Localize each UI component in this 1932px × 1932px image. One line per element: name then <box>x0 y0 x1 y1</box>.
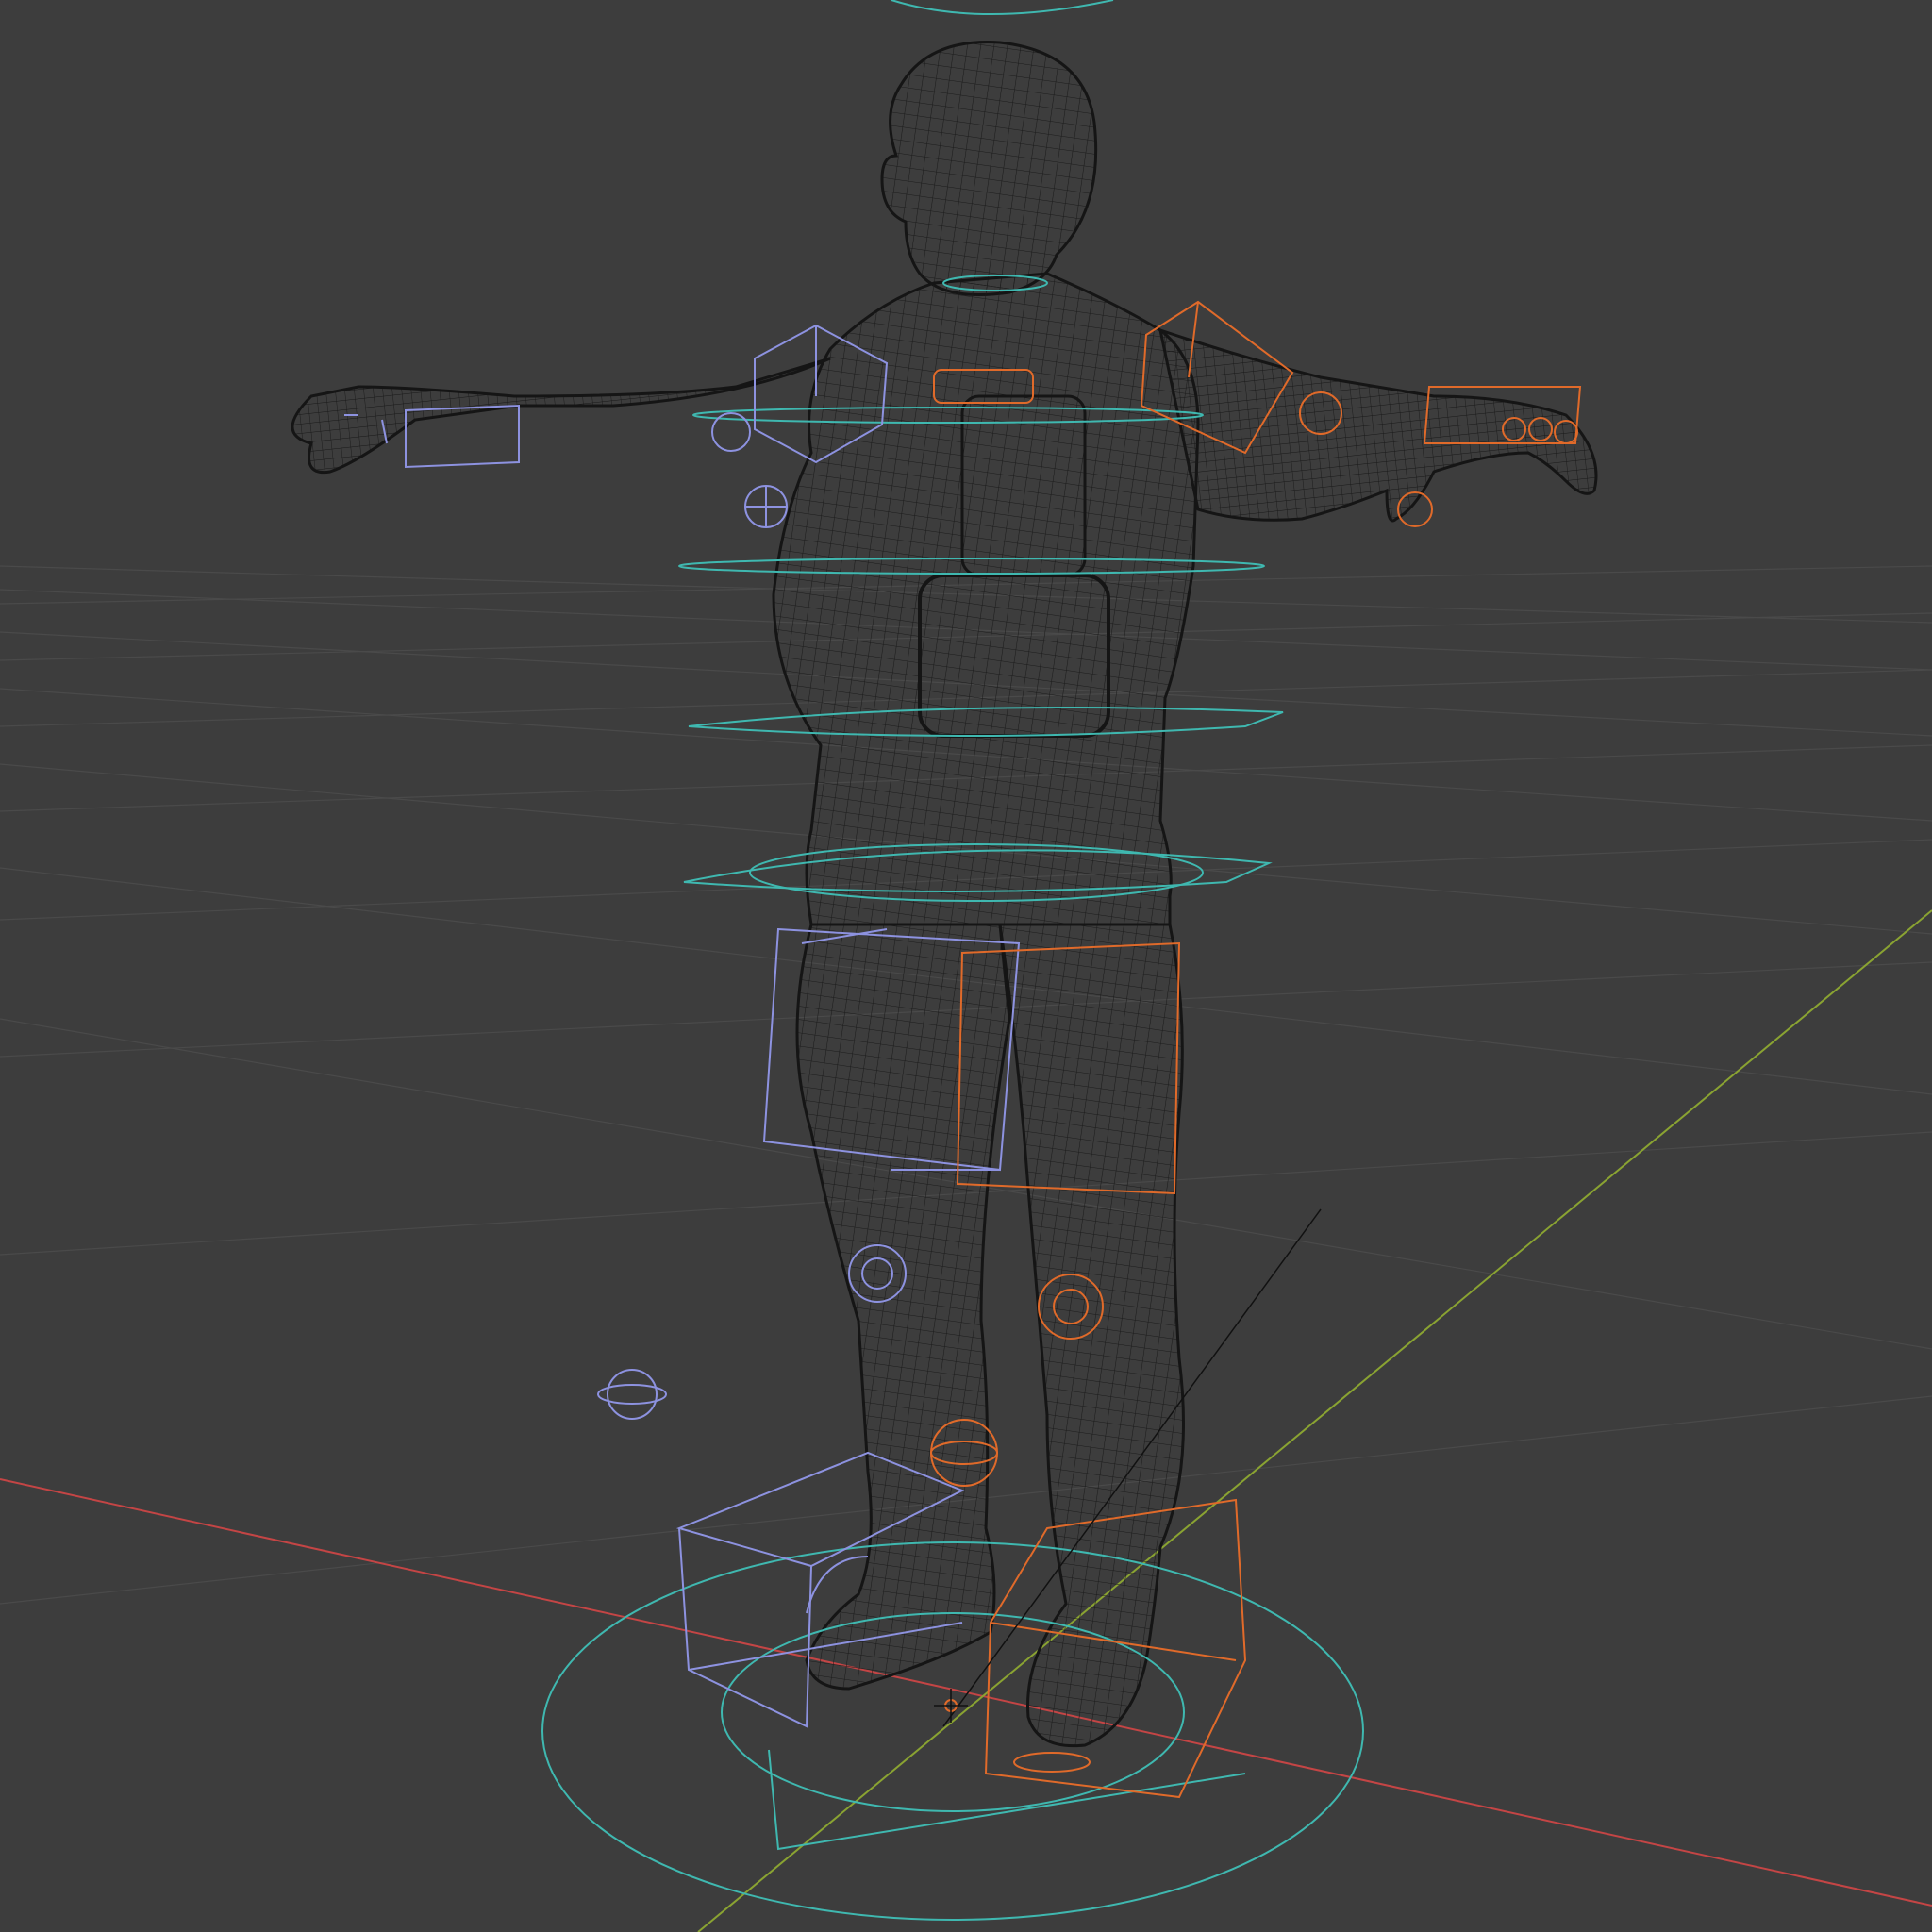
torso-mesh <box>772 272 1200 926</box>
3d-viewport[interactable] <box>0 0 1932 1932</box>
viewport-canvas[interactable] <box>0 0 1932 1932</box>
